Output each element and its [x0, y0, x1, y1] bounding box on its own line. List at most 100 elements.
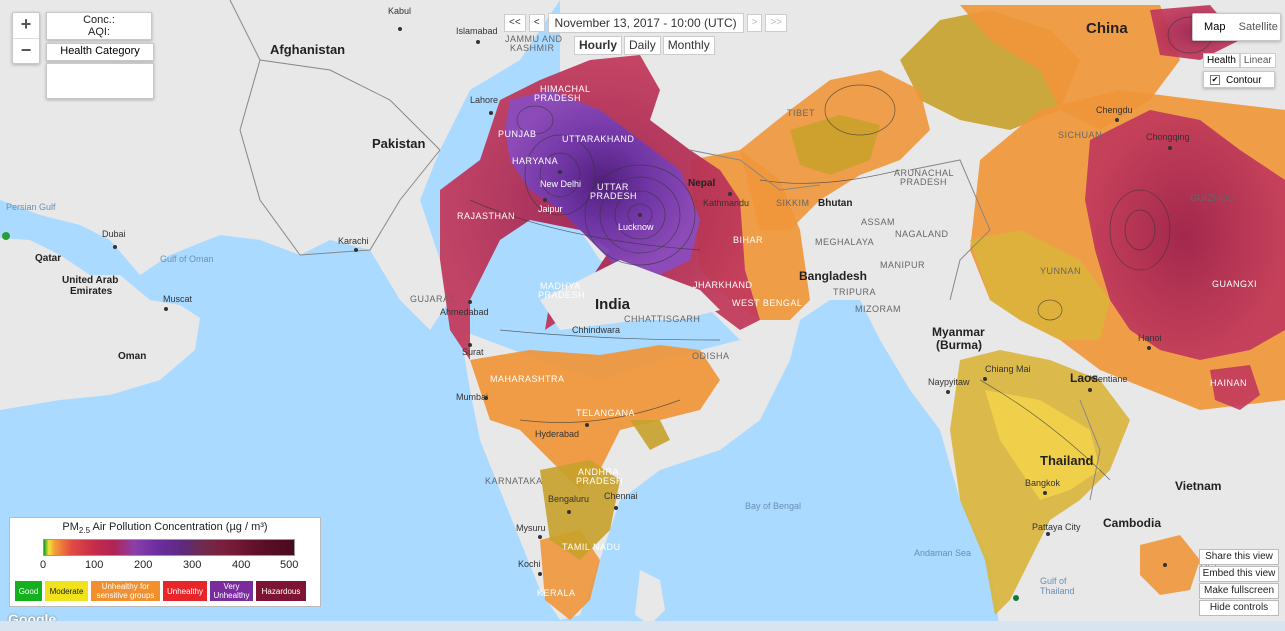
svg-text:Gulf of: Gulf of — [1040, 576, 1067, 586]
svg-text:Pattaya City: Pattaya City — [1032, 522, 1081, 532]
svg-text:NAGALAND: NAGALAND — [895, 229, 949, 239]
svg-text:PRADESH: PRADESH — [900, 177, 947, 187]
svg-text:Karachi: Karachi — [338, 236, 369, 246]
fullscreen-button[interactable]: Make fullscreen — [1199, 583, 1279, 599]
svg-text:GUANGXI: GUANGXI — [1212, 279, 1257, 289]
svg-text:SIKKIM: SIKKIM — [776, 198, 810, 208]
svg-text:HAINAN: HAINAN — [1210, 378, 1247, 388]
svg-text:Kabul: Kabul — [388, 6, 411, 16]
svg-text:Thailand: Thailand — [1040, 586, 1075, 596]
first-time-button[interactable]: << — [504, 14, 526, 32]
svg-text:GUIZHOU: GUIZHOU — [1190, 193, 1235, 203]
category-very-unhealthy: Very Unhealthy — [209, 580, 254, 602]
prev-time-button[interactable]: < — [528, 14, 545, 32]
embed-view-button[interactable]: Embed this view — [1199, 566, 1279, 582]
svg-text:JHARKHAND: JHARKHAND — [693, 280, 753, 290]
readout-box: Conc.: AQI: — [46, 12, 152, 40]
legend-tick: 0 — [40, 559, 47, 571]
zoom-in-button[interactable]: + — [13, 13, 39, 39]
svg-text:Bay of Bengal: Bay of Bengal — [745, 501, 801, 511]
svg-text:Dubai: Dubai — [102, 229, 126, 239]
svg-text:KARNATAKA: KARNATAKA — [485, 476, 543, 486]
time-navigation: << < November 13, 2017 - 10:00 (UTC) > >… — [504, 13, 788, 33]
legend-categories: Good Moderate Unhealthy for sensitive gr… — [14, 580, 307, 602]
country-label: Vietnam — [1175, 479, 1221, 493]
svg-text:Hyderabad: Hyderabad — [535, 429, 579, 439]
country-label: Nepal — [688, 178, 715, 189]
country-label: Pakistan — [372, 136, 426, 151]
category-moderate: Moderate — [44, 580, 89, 602]
scale-health-button[interactable]: Health — [1203, 53, 1240, 68]
scale-toggle: Health Linear — [1203, 53, 1276, 68]
svg-text:KASHMIR: KASHMIR — [510, 43, 555, 53]
country-label: Afghanistan — [270, 42, 345, 57]
svg-text:Andaman Sea: Andaman Sea — [914, 548, 971, 558]
svg-text:TIBET: TIBET — [787, 108, 815, 118]
next-time-button[interactable]: > — [746, 14, 763, 32]
svg-text:MEGHALAYA: MEGHALAYA — [815, 237, 874, 247]
last-time-button[interactable]: >> — [765, 14, 788, 32]
svg-text:RAJASTHAN: RAJASTHAN — [457, 211, 515, 221]
zoom-out-button[interactable]: − — [13, 39, 39, 64]
svg-text:MAHARASHTRA: MAHARASHTRA — [490, 374, 565, 384]
country-label: China — [1086, 20, 1128, 37]
svg-text:BIHAR: BIHAR — [733, 235, 763, 245]
tab-monthly[interactable]: Monthly — [662, 36, 715, 55]
category-hazardous: Hazardous — [255, 580, 307, 602]
country-label: Cambodia — [1103, 516, 1161, 530]
svg-text:GUJARAT: GUJARAT — [410, 294, 455, 304]
svg-text:UTTARAKHAND: UTTARAKHAND — [562, 134, 634, 144]
svg-text:Surat: Surat — [462, 347, 484, 357]
svg-text:New Delhi: New Delhi — [540, 179, 581, 189]
contour-toggle[interactable]: ✔ Contour — [1203, 71, 1275, 88]
svg-text:TAMIL NADU: TAMIL NADU — [562, 542, 621, 552]
svg-text:YUNNAN: YUNNAN — [1040, 266, 1081, 276]
zoom-control: + − — [12, 12, 40, 64]
svg-text:SICHUAN: SICHUAN — [1058, 130, 1102, 140]
legend-tick: 300 — [183, 559, 202, 571]
country-label: Thailand — [1040, 453, 1094, 468]
svg-text:Bangkok: Bangkok — [1025, 478, 1061, 488]
legend-title: PM2.5 Air Pollution Concentration (µg / … — [62, 521, 268, 536]
svg-text:MANIPUR: MANIPUR — [880, 260, 925, 270]
svg-text:ASSAM: ASSAM — [861, 217, 895, 227]
share-view-button[interactable]: Share this view — [1199, 549, 1279, 565]
hide-controls-button[interactable]: Hide controls — [1199, 600, 1279, 616]
svg-text:Chhindwara: Chhindwara — [572, 325, 620, 335]
current-date: November 13, 2017 - 10:00 (UTC) — [547, 13, 744, 33]
contour-checkbox[interactable]: ✔ — [1210, 75, 1220, 86]
contour-label: Contour — [1226, 75, 1262, 86]
svg-text:KERALA: KERALA — [537, 588, 576, 598]
tab-daily[interactable]: Daily — [624, 36, 661, 55]
country-label: Qatar — [35, 253, 61, 264]
legend-tick: 400 — [232, 559, 251, 571]
aqi-label: AQI: — [87, 26, 110, 38]
country-label: (Burma) — [936, 338, 982, 352]
country-label: Emirates — [70, 286, 113, 297]
svg-text:TELANGANA: TELANGANA — [576, 408, 635, 418]
svg-text:Lucknow: Lucknow — [618, 222, 654, 232]
health-category-label: Health Category — [46, 43, 154, 61]
svg-text:Chengdu: Chengdu — [1096, 105, 1133, 115]
svg-text:Kathmandu: Kathmandu — [703, 198, 749, 208]
svg-text:Lahore: Lahore — [470, 95, 498, 105]
svg-text:PRADESH: PRADESH — [576, 476, 623, 486]
legend-ticks: 0 100 200 300 400 500 — [40, 559, 302, 571]
svg-text:Kochi: Kochi — [518, 559, 541, 569]
svg-text:Ahmedabad: Ahmedabad — [440, 307, 489, 317]
svg-text:Jaipur: Jaipur — [538, 204, 563, 214]
svg-text:MIZORAM: MIZORAM — [855, 304, 901, 314]
legend-tick: 500 — [280, 559, 299, 571]
svg-text:WEST BENGAL: WEST BENGAL — [732, 298, 802, 308]
conc-label: Conc.: — [83, 14, 115, 26]
legend-tick: 100 — [85, 559, 104, 571]
country-label: United Arab — [62, 275, 118, 286]
scale-linear-button[interactable]: Linear — [1239, 53, 1276, 68]
svg-text:CHHATTISGARH: CHHATTISGARH — [624, 314, 700, 324]
svg-text:Hanoi: Hanoi — [1138, 333, 1162, 343]
tab-hourly[interactable]: Hourly — [574, 36, 623, 55]
map-type-map[interactable]: Map — [1193, 14, 1237, 40]
svg-text:Mumbai: Mumbai — [456, 392, 488, 402]
svg-text:Islamabad: Islamabad — [456, 26, 498, 36]
map-type-satellite[interactable]: Satellite — [1237, 14, 1281, 40]
